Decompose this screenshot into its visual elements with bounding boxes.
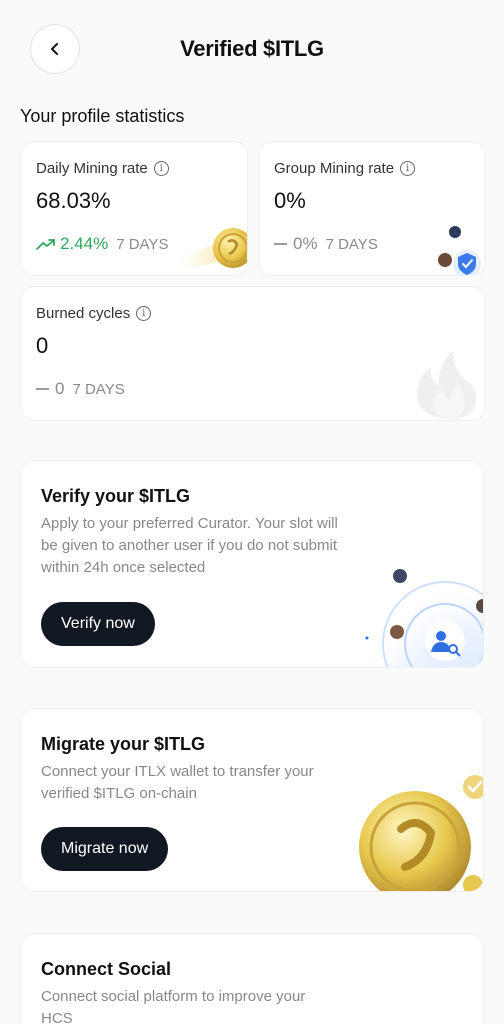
- verify-title: Verify your $ITLG: [41, 486, 191, 506]
- group-mining-value: 0%: [274, 188, 306, 213]
- section-title: Your profile statistics: [20, 106, 185, 126]
- gold-coin-icon: [359, 775, 483, 891]
- verify-card: Verify your $ITLG Apply to your preferre…: [20, 460, 484, 668]
- page-title: Verified $ITLG: [180, 36, 324, 61]
- group-mining-label: Group Mining rate: [274, 160, 395, 177]
- connect-social-description: Connect social platform to improve your …: [41, 988, 306, 1024]
- info-icon[interactable]: i: [136, 306, 152, 321]
- connect-social-card: Connect Social Connect social platform t…: [20, 933, 484, 1024]
- migrate-description: Connect your ITLX wallet to transfer you…: [41, 763, 314, 802]
- header: Verified $ITLG: [0, 0, 504, 100]
- info-icon[interactable]: i: [400, 161, 416, 176]
- connect-social-title: Connect Social: [41, 959, 172, 979]
- trend-up-icon: [36, 239, 55, 250]
- group-mining-change: 0%: [293, 234, 318, 253]
- burned-cycles-period: 7 DAYS: [72, 380, 125, 398]
- verify-description: Apply to your preferred Curator. Your sl…: [41, 515, 338, 576]
- group-mining-period: 7 DAYS: [325, 235, 378, 253]
- migrate-now-button[interactable]: Migrate now: [41, 827, 169, 871]
- burned-cycles-value: 0: [36, 333, 49, 358]
- daily-mining-card: Daily Mining rate i 68.03% 2.44% 7 DAYS: [20, 141, 248, 276]
- dash-icon: [274, 243, 287, 245]
- daily-mining-label: Daily Mining rate: [36, 160, 148, 177]
- verify-now-button[interactable]: Verify now: [41, 602, 155, 646]
- burned-cycles-change: 0: [55, 379, 65, 398]
- flame-icon: [417, 351, 476, 419]
- daily-mining-change: 2.44%: [60, 234, 109, 253]
- daily-mining-period: 7 DAYS: [116, 235, 169, 253]
- info-icon[interactable]: i: [153, 161, 169, 176]
- coin-icon: [171, 228, 247, 270]
- burned-cycles-card: Burned cycles i 0 0 7 DAYS: [20, 286, 486, 421]
- burned-cycles-label: Burned cycles: [36, 305, 131, 322]
- group-mining-card: Group Mining rate i 0% 0% 7 DAYS: [258, 141, 486, 276]
- migrate-title: Migrate your $ITLG: [41, 734, 206, 754]
- daily-mining-value: 68.03%: [36, 188, 111, 213]
- group-shield-icon: [438, 226, 481, 275]
- dash-icon: [36, 388, 49, 390]
- migrate-card: Migrate your $ITLG Connect your ITLX wal…: [20, 708, 484, 892]
- curator-search-illustration: [360, 559, 483, 667]
